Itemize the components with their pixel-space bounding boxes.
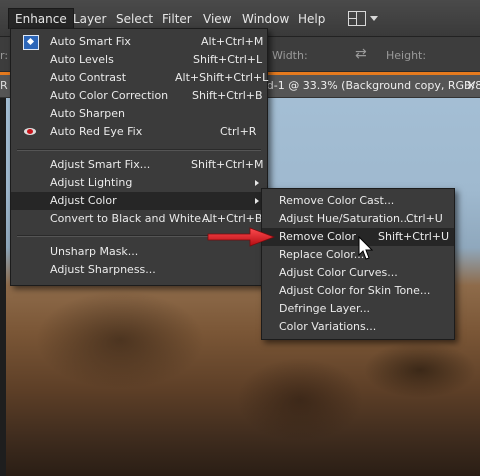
submenu-item-adjust-color-for-skin-tone[interactable]: Adjust Color for Skin Tone... xyxy=(262,282,454,300)
menu-separator xyxy=(17,149,261,151)
smart-fix-icon xyxy=(23,35,39,50)
arrange-documents-icon[interactable] xyxy=(342,8,382,29)
mouse-cursor-icon xyxy=(358,236,374,260)
width-label: Width: xyxy=(272,49,308,62)
red-eye-icon xyxy=(24,128,36,135)
submenu-item-adjust-color-curves[interactable]: Adjust Color Curves... xyxy=(262,264,454,282)
tab-left-fragment: R xyxy=(0,79,8,92)
menu-item-auto-red-eye-fix[interactable]: Auto Red Eye Fix Ctrl+R xyxy=(11,123,267,141)
menu-item-adjust-color[interactable]: Adjust Color xyxy=(11,192,267,210)
menu-item-adjust-smart-fix[interactable]: Adjust Smart Fix... Shift+Ctrl+M xyxy=(11,156,267,174)
submenu-item-defringe-layer[interactable]: Defringe Layer... xyxy=(262,300,454,318)
options-left-fragment: r: xyxy=(0,49,9,62)
submenu-arrow-icon xyxy=(255,198,259,204)
menu-window[interactable]: Window xyxy=(236,9,295,29)
red-pointer-arrow-icon xyxy=(207,227,276,247)
adjust-color-submenu: Remove Color Cast... Adjust Hue/Saturati… xyxy=(261,188,455,340)
submenu-arrow-icon xyxy=(255,180,259,186)
document-tab-title[interactable]: ed-1 @ 33.3% (Background copy, RGB/8*) xyxy=(260,79,480,92)
menu-help[interactable]: Help xyxy=(292,9,331,29)
close-icon[interactable]: × xyxy=(466,78,476,92)
menu-item-auto-contrast[interactable]: Auto Contrast Alt+Shift+Ctrl+L xyxy=(11,69,268,87)
submenu-item-remove-color-cast[interactable]: Remove Color Cast... xyxy=(262,192,454,210)
canvas-left-gutter xyxy=(0,78,6,476)
menu-filter[interactable]: Filter xyxy=(156,9,198,29)
menu-view[interactable]: View xyxy=(197,9,237,29)
menu-item-auto-levels[interactable]: Auto Levels Shift+Ctrl+L xyxy=(11,51,267,69)
submenu-item-color-variations[interactable]: Color Variations... xyxy=(262,318,454,336)
menu-select[interactable]: Select xyxy=(110,9,159,29)
menu-layer[interactable]: Layer xyxy=(67,9,112,29)
swap-arrows-icon[interactable]: ⇄ xyxy=(355,46,367,62)
menu-item-auto-smart-fix[interactable]: Auto Smart Fix Alt+Ctrl+M xyxy=(11,33,267,51)
menu-item-adjust-lighting[interactable]: Adjust Lighting xyxy=(11,174,267,192)
menu-item-auto-sharpen[interactable]: Auto Sharpen xyxy=(11,105,267,123)
submenu-item-adjust-hue-saturation[interactable]: Adjust Hue/Saturation... Ctrl+U xyxy=(262,210,454,228)
height-label: Height: xyxy=(386,49,427,62)
menu-item-auto-color-correction[interactable]: Auto Color Correction Shift+Ctrl+B xyxy=(11,87,267,105)
menu-enhance[interactable]: Enhance xyxy=(8,8,74,29)
menu-item-adjust-sharpness[interactable]: Adjust Sharpness... xyxy=(11,261,267,279)
